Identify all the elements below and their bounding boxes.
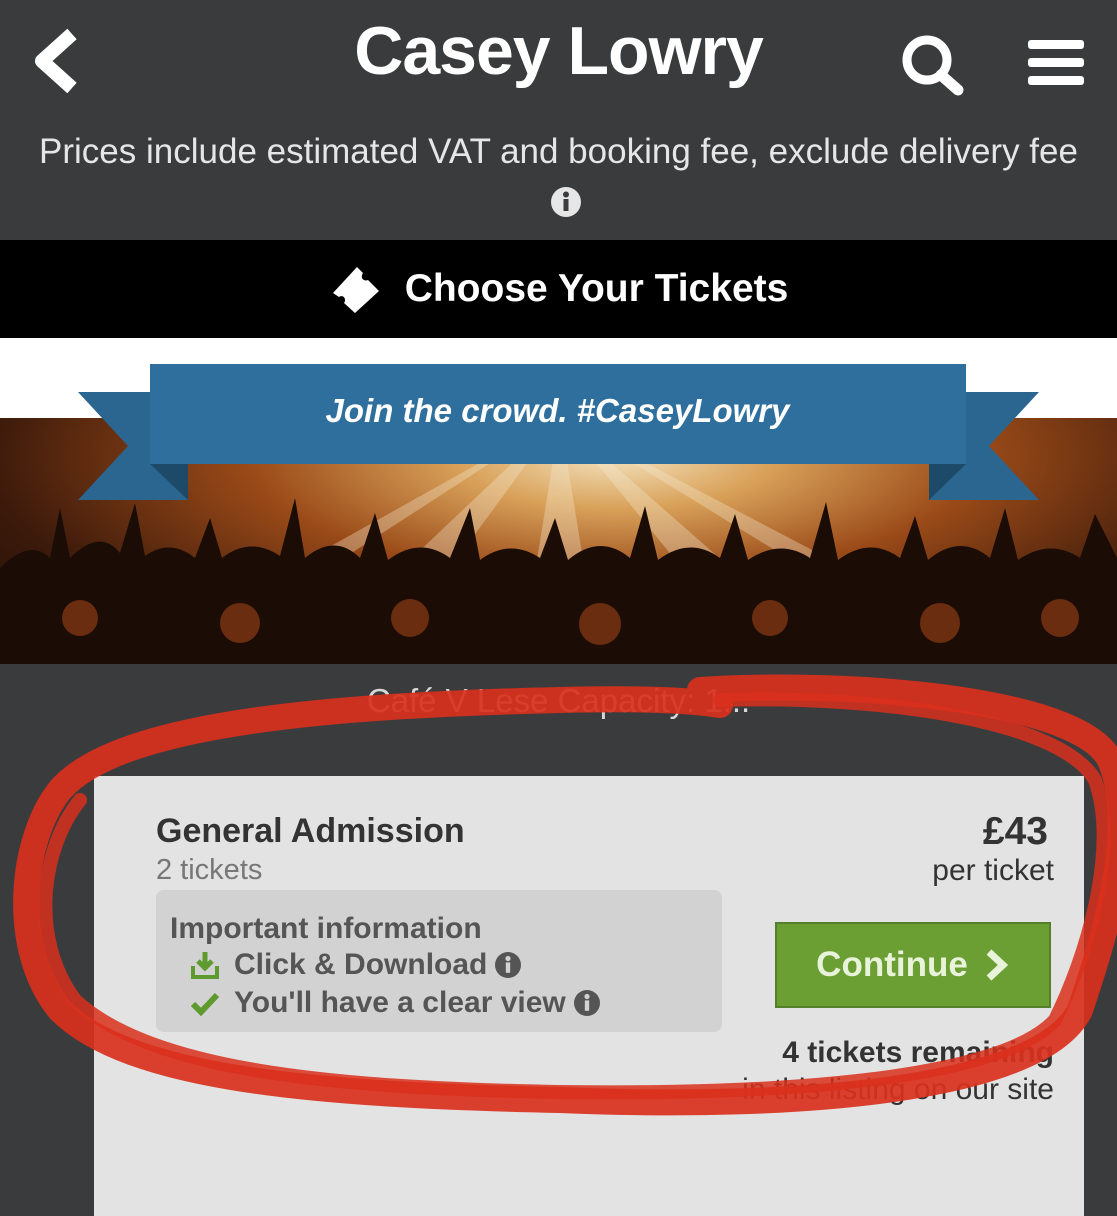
feature-click-download: Click & Download — [190, 948, 522, 982]
remaining-count: 4 tickets remaining — [782, 1036, 1054, 1069]
search-icon[interactable] — [900, 34, 966, 96]
info-icon[interactable] — [550, 187, 581, 217]
feature-clear-view: You'll have a clear view — [190, 986, 600, 1020]
chevron-right-icon — [986, 949, 1008, 981]
tickets-remaining: 4 tickets remaining in this listing on o… — [714, 1034, 1054, 1108]
feature-label: You'll have a clear view — [234, 986, 566, 1019]
banner-text: Join the crowd. #CaseyLowry — [325, 392, 790, 429]
download-icon — [191, 952, 219, 979]
hamburger-menu-icon[interactable] — [1028, 38, 1084, 86]
ticket-quantity: 2 tickets — [156, 854, 263, 886]
ribbon-banner — [78, 364, 1039, 500]
important-info-box: Important information Click & Download Y… — [156, 890, 722, 1032]
info-title: Important information — [170, 912, 482, 945]
info-icon[interactable] — [573, 990, 600, 1016]
venue-capacity: Café V Lese Capacity: 1... — [366, 682, 751, 719]
price-unit: per ticket — [932, 854, 1054, 887]
feature-label: Click & Download — [234, 948, 488, 981]
top-header: Casey Lowry Prices include estimated VAT… — [0, 0, 1117, 240]
ticket-listing-card[interactable]: General Admission 2 tickets £43 per tick… — [94, 776, 1084, 1216]
info-icon[interactable] — [495, 952, 522, 978]
ticket-icon — [332, 267, 379, 313]
checkmark-icon — [190, 992, 220, 1017]
ticket-price: £43 — [982, 810, 1048, 853]
continue-label: Continue — [816, 945, 968, 984]
continue-button[interactable]: Continue — [775, 922, 1051, 1008]
listing-name: General Admission — [156, 812, 465, 850]
price-notice: Prices include estimated VAT and booking… — [30, 126, 1087, 230]
price-notice-text: Prices include estimated VAT and booking… — [39, 132, 1078, 171]
choose-tickets-bar: Choose Your Tickets — [0, 240, 1117, 338]
choose-tickets-label: Choose Your Tickets — [404, 267, 789, 310]
remaining-detail: in this listing on our site — [742, 1073, 1054, 1106]
